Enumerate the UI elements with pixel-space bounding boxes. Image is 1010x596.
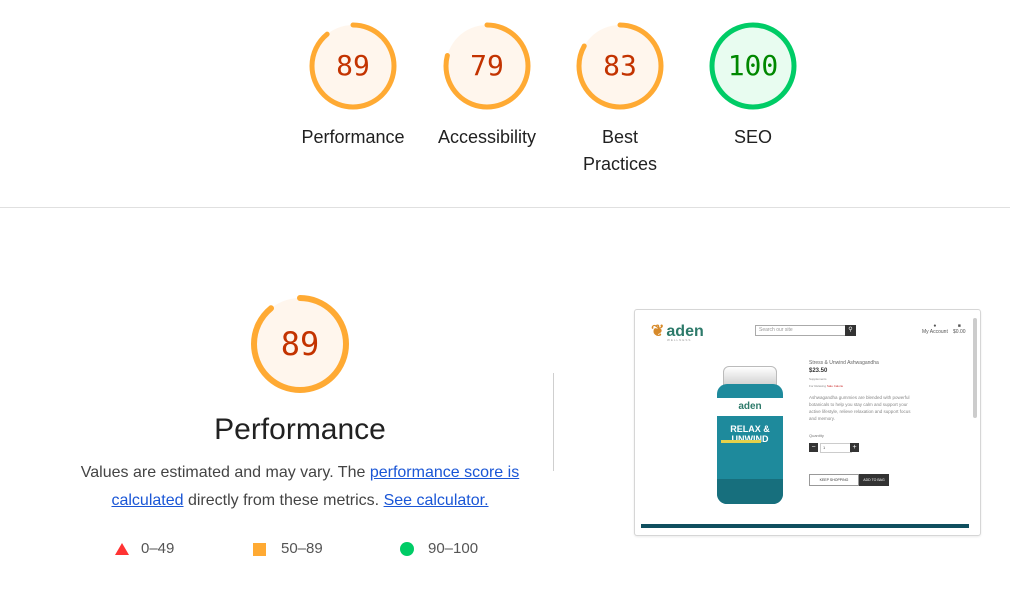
scrollbar bbox=[973, 318, 977, 418]
jar-logo: aden bbox=[738, 401, 762, 412]
jar-body: aden RELAX & UNWIND bbox=[717, 384, 783, 504]
gauge-seo[interactable]: 100 SEO bbox=[686, 20, 820, 151]
gauge-score: 89 bbox=[336, 49, 370, 82]
score-legend: 0–49 50–89 90–100 bbox=[110, 537, 530, 561]
legend-range: 90–100 bbox=[428, 540, 479, 557]
product-tags: For Relaxing Sale Calorie bbox=[809, 384, 843, 388]
category-scores: 89 Performance 79 Accessibility 83 Best … bbox=[0, 0, 1010, 208]
product-image: aden RELAX & UNWIND bbox=[717, 366, 783, 506]
see-calculator-link[interactable]: See calculator. bbox=[384, 492, 489, 509]
legend-pass: 90–100 bbox=[400, 537, 478, 561]
search-icon: ⚲ bbox=[845, 325, 856, 336]
product-price: $23.50 bbox=[809, 368, 828, 374]
plus-icon: + bbox=[850, 443, 859, 452]
divider bbox=[553, 373, 554, 471]
gauge-label: SEO bbox=[733, 127, 772, 147]
gauge-best-practices[interactable]: 83 Best Practices bbox=[553, 20, 687, 178]
logo-subtitle: WELLNESS bbox=[667, 338, 692, 342]
jar-shadow bbox=[717, 479, 783, 504]
quantity-stepper: − 1 + bbox=[809, 443, 859, 453]
gauge-accessibility[interactable]: 79 Accessibility bbox=[420, 20, 554, 151]
quantity-label: Quantity bbox=[809, 433, 824, 438]
cart-total: $0.00 bbox=[953, 329, 966, 335]
gauge-label: Best Practices bbox=[582, 127, 658, 174]
gauge-label: Accessibility bbox=[437, 127, 537, 147]
circle-icon bbox=[400, 542, 414, 557]
jar-stripe bbox=[721, 440, 761, 443]
gauge-label: Performance bbox=[301, 127, 405, 147]
triangle-icon bbox=[115, 543, 129, 556]
account-label: My Account bbox=[922, 329, 948, 335]
minus-icon: − bbox=[809, 443, 818, 452]
performance-gauge: 89 bbox=[248, 292, 352, 396]
product-meta: Supplements bbox=[809, 377, 827, 381]
cart-link: ■ $0.00 bbox=[953, 323, 966, 335]
keep-shopping-button: KEEP SHOPPING bbox=[809, 474, 859, 486]
leaf-icon: ❦ bbox=[651, 323, 665, 340]
tag-b: Sale Calorie bbox=[826, 384, 844, 388]
legend-range: 50–89 bbox=[281, 540, 323, 557]
desc-text: Values are estimated and may vary. The bbox=[80, 464, 370, 481]
legend-range: 0–49 bbox=[141, 540, 175, 557]
performance-title: Performance bbox=[214, 413, 386, 446]
legend-average: 50–89 bbox=[253, 537, 323, 561]
square-icon bbox=[253, 542, 266, 556]
add-to-bag-button: ADD TO BAG bbox=[859, 474, 889, 486]
quantity-value: 1 bbox=[820, 443, 852, 453]
site-search: Search our site bbox=[755, 325, 850, 336]
product-title: Stress & Unwind Ashwagandha bbox=[809, 360, 879, 366]
gauge-score: 79 bbox=[470, 49, 504, 82]
tag-a: For Relaxing bbox=[809, 384, 827, 388]
product-description: Ashwagandha gummies are blended with pow… bbox=[809, 395, 911, 421]
gauge-score: 100 bbox=[727, 49, 779, 82]
final-screenshot[interactable]: ❦ aden WELLNESS Search our site ⚲ ● My Acc… bbox=[634, 309, 981, 536]
performance-section: 89 Performance Values are estimated and … bbox=[0, 207, 1010, 596]
performance-description: Values are estimated and may vary. The p… bbox=[70, 459, 530, 515]
gauge-performance[interactable]: 89 Performance bbox=[286, 20, 420, 151]
performance-score: 89 bbox=[280, 325, 320, 363]
footer-bar bbox=[641, 524, 969, 528]
legend-fail: 0–49 bbox=[115, 537, 174, 561]
desc-text: directly from these metrics. bbox=[183, 492, 384, 509]
account-link: ● My Account bbox=[922, 323, 948, 335]
gauge-score: 83 bbox=[603, 49, 637, 82]
